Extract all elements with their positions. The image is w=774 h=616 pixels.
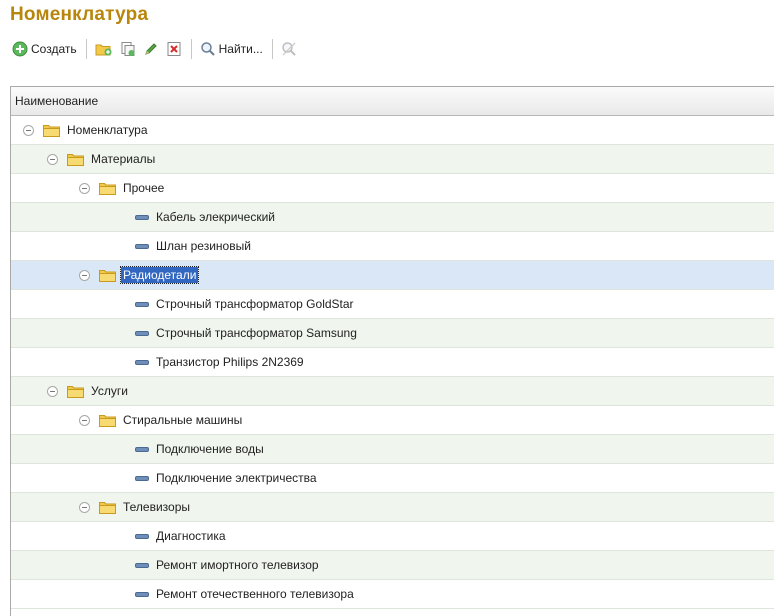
item-icon xyxy=(135,533,149,539)
find-icon xyxy=(200,42,215,56)
tree-row-label: Подключение электричества xyxy=(156,471,317,485)
copy-icon xyxy=(121,42,135,56)
tree-cell: Радиодетали xyxy=(79,261,200,289)
tree-row-folder[interactable]: Прочее xyxy=(11,174,774,203)
tree-row-item[interactable]: Транзистор Philips 2N2369 xyxy=(11,348,774,377)
tree-row-label: Шлан резиновый xyxy=(156,239,251,253)
tree-cell: Строчный трансформатор GoldStar xyxy=(135,290,354,318)
toolbar-separator xyxy=(271,39,273,59)
tree-cell: Кабель элекрический xyxy=(135,203,275,231)
cancel-search-button[interactable] xyxy=(279,38,299,60)
tree-cell: Диагностика xyxy=(135,522,226,550)
tree-rows: Номенклатура Материалы Прочее Кабель элекри… xyxy=(11,116,774,609)
column-header-name[interactable]: Наименование xyxy=(11,87,774,116)
nomenclature-tree-grid: Наименование Номенклатура Материалы Прочее… xyxy=(10,86,774,616)
item-icon xyxy=(135,359,149,365)
folder-icon xyxy=(99,501,116,514)
tree-row-label: Радиодетали xyxy=(119,266,200,284)
page-title: Номенклатура xyxy=(10,4,149,25)
tree-cell: Транзистор Philips 2N2369 xyxy=(135,348,304,376)
tree-row-item[interactable]: Ремонт отечественного телевизора xyxy=(11,580,774,609)
item-icon xyxy=(135,214,149,220)
folder-icon xyxy=(43,124,60,137)
item-icon xyxy=(135,446,149,452)
tree-row-label: Кабель элекрический xyxy=(156,210,276,224)
tree-row-label: Строчный трансформатор Samsung xyxy=(156,326,357,340)
tree-row-label: Строчный трансформатор GoldStar xyxy=(156,297,354,311)
tree-cell: Шлан резиновый xyxy=(135,232,251,260)
tree-row-item[interactable]: Строчный трансформатор GoldStar xyxy=(11,290,774,319)
tree-row-folder[interactable]: Стиральные машины xyxy=(11,406,774,435)
edit-button[interactable] xyxy=(141,38,161,60)
collapse-icon[interactable] xyxy=(47,385,58,397)
new-folder-icon xyxy=(95,44,112,56)
folder-icon xyxy=(67,385,84,398)
item-icon xyxy=(135,475,149,481)
new-folder-button[interactable] xyxy=(93,38,115,60)
tree-cell: Прочее xyxy=(79,174,164,202)
toolbar-separator xyxy=(85,39,87,59)
tree-row-label: Подключение воды xyxy=(156,442,264,456)
collapse-icon[interactable] xyxy=(23,124,34,136)
tree-row-item[interactable]: Строчный трансформатор Samsung xyxy=(11,319,774,348)
item-icon xyxy=(135,591,149,597)
tree-cell: Ремонт имортного телевизор xyxy=(135,551,319,579)
tree-row-label: Услуги xyxy=(91,384,128,398)
create-button-label: Создать xyxy=(31,42,77,56)
delete-button[interactable] xyxy=(164,38,184,60)
tree-cell: Ремонт отечественного телевизора xyxy=(135,580,354,608)
folder-icon xyxy=(99,182,116,195)
delete-icon xyxy=(167,42,181,56)
find-button[interactable]: Найти... xyxy=(198,38,265,60)
folder-icon xyxy=(67,153,84,166)
collapse-icon[interactable] xyxy=(79,501,90,513)
tree-cell: Стиральные машины xyxy=(79,406,242,434)
folder-icon xyxy=(99,414,116,427)
tree-row-item[interactable]: Ремонт имортного телевизор xyxy=(11,551,774,580)
item-icon xyxy=(135,562,149,568)
create-plus-icon xyxy=(12,41,28,57)
collapse-icon[interactable] xyxy=(79,182,90,194)
item-icon xyxy=(135,330,149,336)
edit-pencil-icon xyxy=(144,43,157,55)
copy-button[interactable] xyxy=(118,38,138,60)
tree-row-item[interactable]: Шлан резиновый xyxy=(11,232,774,261)
tree-row-item[interactable]: Подключение электричества xyxy=(11,464,774,493)
folder-icon xyxy=(99,269,116,282)
tree-row-label: Транзистор Philips 2N2369 xyxy=(156,355,304,369)
tree-row-label: Номенклатура xyxy=(67,123,148,137)
tree-cell: Номенклатура xyxy=(23,116,148,144)
tree-row-item[interactable]: Диагностика xyxy=(11,522,774,551)
tree-cell: Услуги xyxy=(47,377,128,405)
tree-row-item[interactable]: Кабель элекрический xyxy=(11,203,774,232)
toolbar-separator xyxy=(190,39,192,59)
item-icon xyxy=(135,301,149,307)
tree-row-label: Ремонт имортного телевизор xyxy=(156,558,319,572)
tree-row-label: Ремонт отечественного телевизора xyxy=(156,587,354,601)
tree-cell: Строчный трансформатор Samsung xyxy=(135,319,357,347)
tree-cell: Подключение воды xyxy=(135,435,264,463)
tree-cell: Подключение электричества xyxy=(135,464,317,492)
collapse-icon[interactable] xyxy=(79,269,90,281)
tree-row-folder[interactable]: Номенклатура xyxy=(11,116,774,145)
item-icon xyxy=(135,243,149,249)
collapse-icon[interactable] xyxy=(47,153,58,165)
find-button-label: Найти... xyxy=(218,42,263,56)
tree-row-folder[interactable]: Радиодетали xyxy=(11,261,774,290)
collapse-icon[interactable] xyxy=(79,414,90,426)
create-button[interactable]: Создать xyxy=(10,38,79,60)
tree-row-folder[interactable]: Телевизоры xyxy=(11,493,774,522)
tree-cell: Телевизоры xyxy=(79,493,190,521)
tree-row-label: Материалы xyxy=(91,152,156,166)
tree-cell: Материалы xyxy=(47,145,155,173)
tree-row-label: Телевизоры xyxy=(123,500,191,514)
tree-row-folder[interactable]: Материалы xyxy=(11,145,774,174)
cancel-search-icon xyxy=(282,42,296,56)
tree-row-folder[interactable]: Услуги xyxy=(11,377,774,406)
toolbar: Создать Найти... xyxy=(10,36,302,62)
tree-row-label: Стиральные машины xyxy=(123,413,243,427)
tree-row-item[interactable]: Подключение воды xyxy=(11,435,774,464)
tree-row-label: Диагностика xyxy=(156,529,226,543)
tree-row-label: Прочее xyxy=(123,181,165,195)
